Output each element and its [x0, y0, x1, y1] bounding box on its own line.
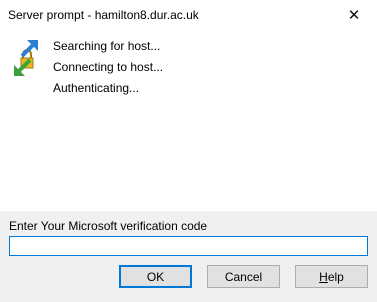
- title-bar: Server prompt - hamilton8.dur.ac.uk ✕: [0, 0, 377, 30]
- cancel-button-label: Cancel: [224, 269, 263, 284]
- close-icon: ✕: [347, 7, 361, 24]
- ok-button-label: OK: [146, 269, 165, 284]
- help-mnemonic: H: [319, 269, 328, 284]
- status-line-connecting: Connecting to host...: [53, 60, 164, 74]
- status-line-authenticating: Authenticating...: [53, 81, 140, 95]
- window-title: Server prompt - hamilton8.dur.ac.uk: [8, 8, 199, 22]
- status-line-searching: Searching for host...: [53, 39, 161, 53]
- close-button[interactable]: ✕: [331, 0, 377, 30]
- help-button[interactable]: Help: [295, 265, 368, 288]
- ok-button[interactable]: OK: [119, 265, 192, 288]
- cancel-button[interactable]: Cancel: [207, 265, 280, 288]
- network-connect-icon: [14, 40, 38, 76]
- server-prompt-dialog: Server prompt - hamilton8.dur.ac.uk ✕ Se…: [0, 0, 377, 302]
- status-list: Searching for host... Connecting to host…: [53, 36, 163, 99]
- verification-code-input[interactable]: [9, 236, 368, 256]
- help-label-rest: elp: [327, 269, 344, 284]
- verification-code-label: Enter Your Microsoft verification code: [9, 219, 208, 233]
- help-button-label: Help: [319, 270, 344, 284]
